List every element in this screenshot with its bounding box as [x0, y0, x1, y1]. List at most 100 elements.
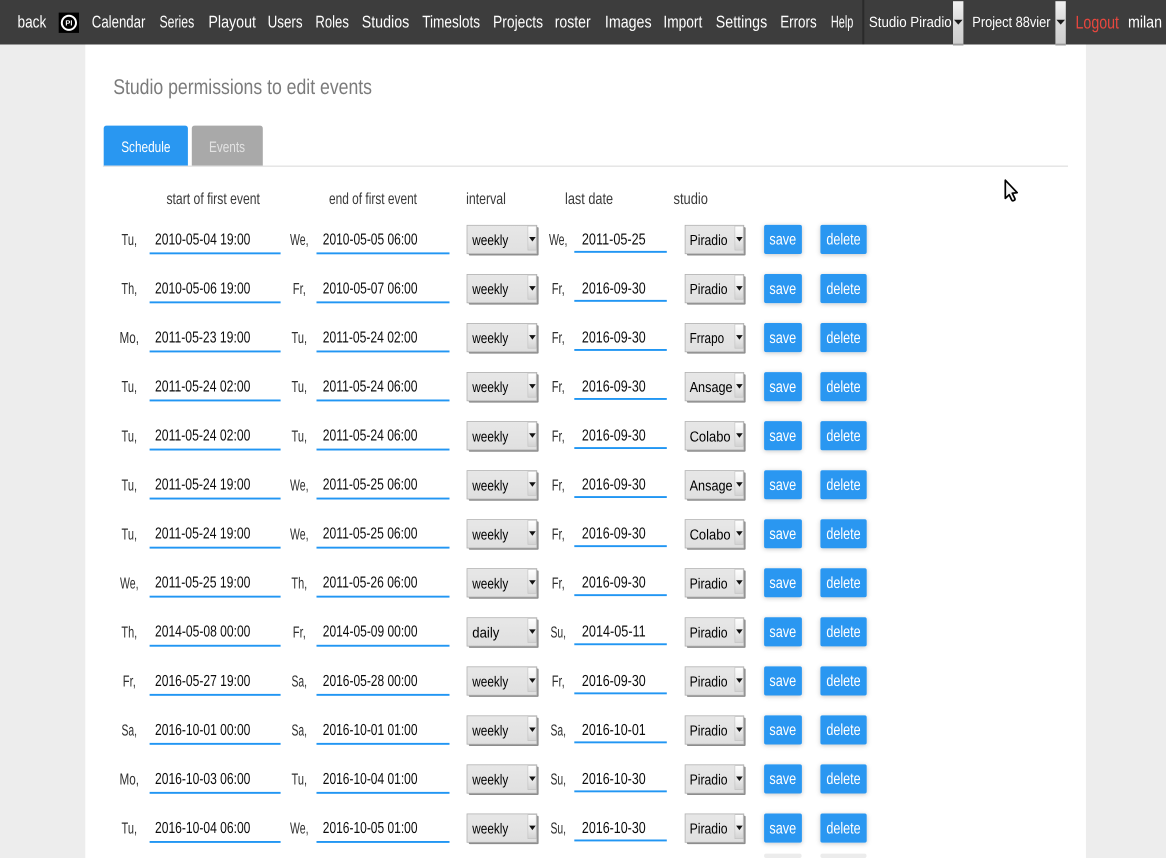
- svg-text:delete: delete: [826, 771, 860, 788]
- svg-text:Errors: Errors: [780, 12, 817, 31]
- svg-text:2016-09-30: 2016-09-30: [582, 329, 646, 346]
- svg-text:We,: We,: [290, 232, 309, 249]
- svg-text:2016-05-27 19:00: 2016-05-27 19:00: [155, 673, 250, 690]
- svg-text:save: save: [769, 330, 796, 347]
- svg-text:Tu,: Tu,: [122, 821, 138, 838]
- svg-text:2011-05-25: 2011-05-25: [582, 231, 646, 248]
- svg-text:Playout: Playout: [208, 12, 256, 31]
- svg-text:Fr,: Fr,: [552, 379, 565, 396]
- svg-text:2011-05-25 06:00: 2011-05-25 06:00: [323, 526, 418, 543]
- svg-text:2011-05-24 06:00: 2011-05-24 06:00: [323, 428, 418, 445]
- svg-text:delete: delete: [826, 575, 860, 592]
- svg-text:Events: Events: [209, 139, 245, 156]
- svg-text:Sa,: Sa,: [292, 674, 308, 691]
- svg-text:2016-10-30: 2016-10-30: [582, 820, 646, 837]
- svg-text:weekly: weekly: [471, 576, 508, 592]
- svg-text:start of first event: start of first event: [166, 191, 260, 208]
- svg-text:save: save: [769, 428, 796, 445]
- svg-text:save: save: [769, 526, 796, 543]
- svg-text:Sa,: Sa,: [550, 723, 566, 740]
- svg-text:2014-05-11: 2014-05-11: [582, 624, 646, 641]
- svg-text:2011-05-26 06:00: 2011-05-26 06:00: [323, 575, 418, 592]
- svg-text:2011-05-23 19:00: 2011-05-23 19:00: [155, 329, 250, 346]
- svg-text:save: save: [769, 281, 796, 298]
- svg-text:Sa,: Sa,: [122, 723, 138, 740]
- svg-text:Su,: Su,: [550, 821, 566, 838]
- svg-text:delete: delete: [826, 477, 860, 494]
- svg-text:Fr,: Fr,: [293, 281, 306, 298]
- svg-text:delete: delete: [826, 673, 860, 690]
- svg-text:delete: delete: [826, 330, 860, 347]
- svg-text:weekly: weekly: [471, 527, 508, 543]
- svg-text:We,: We,: [290, 526, 309, 543]
- svg-text:weekly: weekly: [471, 380, 508, 396]
- svg-text:2010-05-04 19:00: 2010-05-04 19:00: [155, 231, 250, 248]
- svg-text:2016-10-01 01:00: 2016-10-01 01:00: [323, 722, 418, 739]
- svg-text:2010-05-05 06:00: 2010-05-05 06:00: [323, 231, 418, 248]
- svg-text:Mo,: Mo,: [120, 330, 140, 347]
- svg-text:2016-10-03 06:00: 2016-10-03 06:00: [155, 771, 250, 788]
- svg-text:save: save: [769, 722, 796, 739]
- svg-text:Timeslots: Timeslots: [422, 12, 480, 31]
- svg-text:2010-05-07 06:00: 2010-05-07 06:00: [323, 280, 418, 297]
- svg-text:back: back: [18, 12, 47, 31]
- svg-text:Images: Images: [605, 12, 652, 31]
- svg-text:Fr,: Fr,: [552, 526, 565, 543]
- svg-text:2010-05-06 19:00: 2010-05-06 19:00: [155, 280, 250, 297]
- svg-text:2016-05-28 00:00: 2016-05-28 00:00: [323, 673, 418, 690]
- svg-text:Studio permissions to edit eve: Studio permissions to edit events: [113, 75, 372, 99]
- svg-text:Fr,: Fr,: [552, 575, 565, 592]
- svg-text:Fr,: Fr,: [552, 674, 565, 691]
- svg-text:We,: We,: [290, 477, 309, 494]
- svg-text:weekly: weekly: [471, 675, 508, 691]
- svg-text:Tu,: Tu,: [122, 526, 138, 543]
- svg-text:interval: interval: [466, 191, 506, 208]
- svg-text:Fr,: Fr,: [552, 281, 565, 298]
- svg-text:studio: studio: [674, 191, 708, 208]
- svg-text:Su,: Su,: [550, 625, 566, 642]
- svg-text:save: save: [769, 379, 796, 396]
- svg-text:Studio Piradio: Studio Piradio: [869, 15, 952, 31]
- svg-text:delete: delete: [826, 232, 860, 249]
- svg-text:Tu,: Tu,: [292, 772, 308, 789]
- svg-text:save: save: [769, 820, 796, 837]
- svg-text:2016-10-01: 2016-10-01: [582, 722, 646, 739]
- svg-text:Ansage: Ansage: [690, 478, 733, 494]
- svg-text:2016-09-30: 2016-09-30: [582, 575, 646, 592]
- svg-text:Tu,: Tu,: [122, 477, 138, 494]
- svg-text:Piradio: Piradio: [690, 233, 728, 249]
- svg-text:2016-09-30: 2016-09-30: [582, 477, 646, 494]
- svg-text:Piradio: Piradio: [690, 576, 728, 592]
- svg-text:Tu,: Tu,: [122, 232, 138, 249]
- svg-text:Th,: Th,: [121, 281, 137, 298]
- svg-text:We,: We,: [549, 232, 568, 249]
- svg-text:Mo,: Mo,: [120, 772, 140, 789]
- svg-text:2016-10-01 00:00: 2016-10-01 00:00: [155, 722, 250, 739]
- svg-text:Tu,: Tu,: [122, 428, 138, 445]
- svg-text:save: save: [769, 232, 796, 249]
- svg-text:weekly: weekly: [471, 724, 508, 740]
- svg-text:delete: delete: [826, 379, 860, 396]
- svg-text:2011-05-25 19:00: 2011-05-25 19:00: [155, 575, 250, 592]
- svg-text:delete: delete: [826, 281, 860, 298]
- svg-text:2016-09-30: 2016-09-30: [582, 526, 646, 543]
- svg-text:2016-10-30: 2016-10-30: [582, 771, 646, 788]
- svg-text:Projects: Projects: [493, 12, 543, 31]
- svg-text:2014-05-08 00:00: 2014-05-08 00:00: [155, 624, 250, 641]
- svg-text:2016-09-30: 2016-09-30: [582, 673, 646, 690]
- svg-text:milan: milan: [1128, 14, 1162, 32]
- svg-text:Calendar: Calendar: [92, 12, 146, 31]
- svg-text:Import: Import: [663, 12, 702, 31]
- svg-text:Fr,: Fr,: [552, 477, 565, 494]
- svg-text:save: save: [769, 624, 796, 641]
- svg-text:2016-10-04 01:00: 2016-10-04 01:00: [323, 771, 418, 788]
- svg-text:Tu,: Tu,: [292, 330, 308, 347]
- svg-text:Help: Help: [831, 12, 853, 31]
- svg-text:Tu,: Tu,: [122, 379, 138, 396]
- svg-text:2011-05-24 06:00: 2011-05-24 06:00: [323, 378, 418, 395]
- svg-text:Su,: Su,: [550, 772, 566, 789]
- svg-text:Fr,: Fr,: [293, 625, 306, 642]
- svg-text:delete: delete: [826, 428, 860, 445]
- svg-text:2011-05-25 06:00: 2011-05-25 06:00: [323, 477, 418, 494]
- svg-text:last date: last date: [565, 191, 613, 208]
